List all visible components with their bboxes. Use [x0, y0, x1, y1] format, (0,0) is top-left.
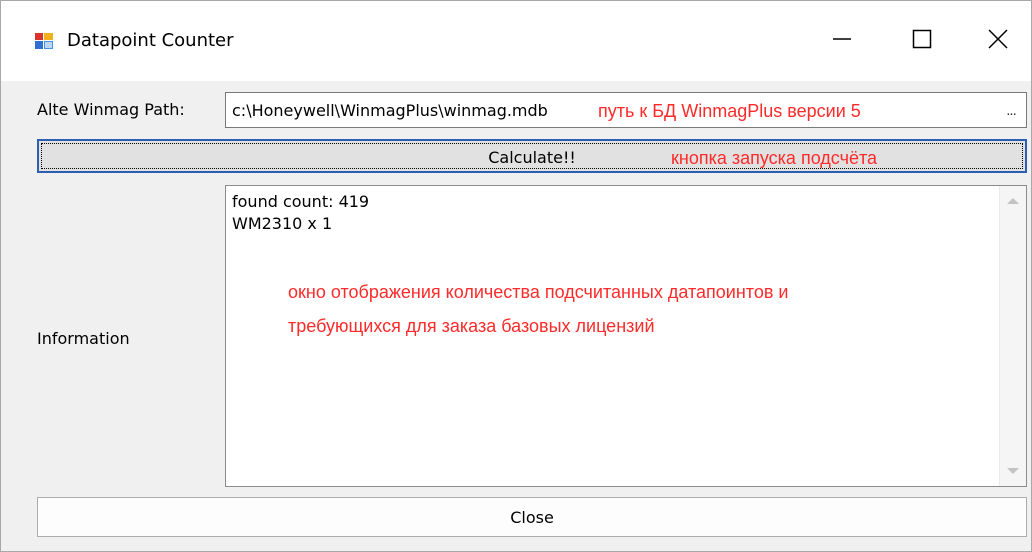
close-window-button[interactable]	[975, 19, 1021, 63]
information-label: Information	[37, 329, 130, 348]
app-window: Datapoint Counter Alte Winmag Path: c:\H…	[0, 0, 1032, 552]
close-button[interactable]: Close	[37, 497, 1027, 537]
path-input[interactable]: c:\Honeywell\WinmagPlus\winmag.mdb путь …	[225, 92, 1027, 128]
minimize-button[interactable]	[819, 19, 865, 63]
information-annotation-line1: окно отображения количества подсчитанных…	[288, 282, 789, 302]
information-textbox[interactable]: found count: 419 WM2310 x 1 окно отображ…	[225, 185, 1027, 487]
maximize-icon	[912, 29, 932, 54]
path-value[interactable]: c:\Honeywell\WinmagPlus\winmag.mdb	[232, 101, 548, 120]
vertical-scrollbar[interactable]	[999, 186, 1026, 486]
close-label: Close	[510, 508, 554, 527]
scroll-down-icon[interactable]	[1007, 468, 1019, 474]
calculate-button[interactable]: Calculate!! кнопка запуска подсчёта	[37, 139, 1027, 173]
calculate-annotation: кнопка запуска подсчёта	[671, 148, 878, 168]
window-title: Datapoint Counter	[67, 30, 234, 51]
info-line: found count: 419	[232, 192, 370, 211]
maximize-button[interactable]	[899, 19, 945, 63]
minimize-icon	[832, 29, 852, 54]
close-icon	[988, 28, 1008, 54]
calculate-label: Calculate!!	[488, 148, 576, 167]
information-annotation-line2: требующихся для заказа базовых лицензий	[288, 316, 655, 336]
app-window-icon	[35, 33, 53, 49]
title-bar[interactable]: Datapoint Counter	[1, 1, 1031, 81]
path-annotation: путь к БД WinmagPlus версии 5	[598, 101, 861, 121]
path-label: Alte Winmag Path:	[37, 100, 185, 119]
browse-button[interactable]: ...	[996, 93, 1026, 127]
info-line: WM2310 x 1	[232, 214, 333, 233]
scroll-up-icon[interactable]	[1007, 198, 1019, 204]
